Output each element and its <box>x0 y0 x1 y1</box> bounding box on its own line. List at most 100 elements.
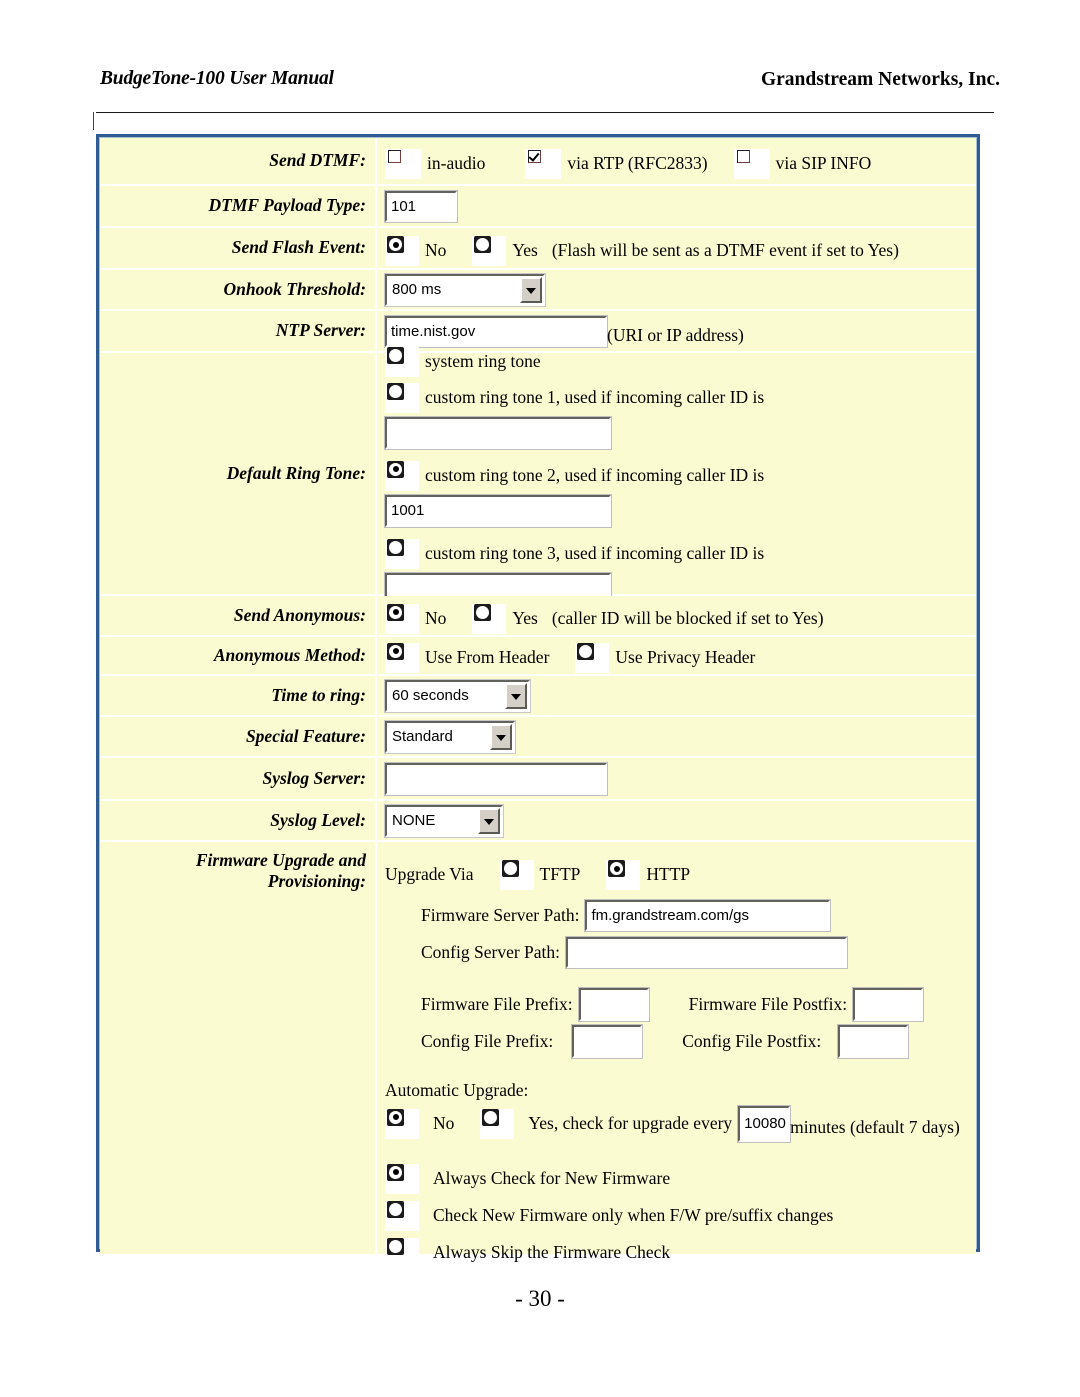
label-config-file-prefix: Config File Prefix: <box>421 1030 554 1051</box>
label-upgrade-via: Upgrade Via <box>385 864 474 885</box>
radio-anonymous-no[interactable] <box>385 603 419 634</box>
label-send-flash-event: Send Flash Event: <box>100 228 377 268</box>
label-auto-upgrade-yes: Yes, check for upgrade every <box>528 1112 733 1133</box>
radio-auto-upgrade-no[interactable] <box>385 1108 419 1139</box>
select-onhook-threshold-value: 800 ms <box>392 280 442 298</box>
field-send-anonymous: No Yes (caller ID will be blocked if set… <box>377 596 976 635</box>
select-special-feature-value: Standard <box>392 727 453 745</box>
radio-auto-upgrade-yes[interactable] <box>480 1108 515 1139</box>
row-syslog-server: Syslog Server: <box>100 758 976 801</box>
label-dtmf-payload-type: DTMF Payload Type: <box>100 186 377 226</box>
row-send-flash-event: Send Flash Event: No Yes (Flash will be … <box>100 228 976 270</box>
label-use-privacy-header: Use Privacy Header <box>615 646 756 667</box>
row-anonymous-method: Anonymous Method: Use From Header Use Pr… <box>100 637 976 676</box>
chevron-down-icon[interactable] <box>520 276 542 303</box>
checkbox-via-sip-info[interactable] <box>733 149 770 179</box>
label-automatic-upgrade: Automatic Upgrade: <box>385 1080 529 1100</box>
select-time-to-ring-value: 60 seconds <box>392 686 469 704</box>
radio-use-privacy-header[interactable] <box>575 642 610 673</box>
field-syslog-level: NONE <box>377 801 976 840</box>
label-send-anonymous: Send Anonymous: <box>100 596 377 635</box>
label-syslog-server: Syslog Server: <box>100 758 377 799</box>
label-onhook-threshold: Onhook Threshold: <box>100 270 377 309</box>
radio-flash-yes[interactable] <box>472 236 507 266</box>
radio-upgrade-via-http[interactable] <box>606 860 641 890</box>
label-system-ring-tone: system ring tone <box>425 350 541 371</box>
label-send-dtmf: Send DTMF: <box>100 138 377 184</box>
row-special-feature: Special Feature: Standard <box>100 717 976 758</box>
radio-check-on-presuffix-change[interactable] <box>385 1200 419 1231</box>
row-send-anonymous: Send Anonymous: No Yes (caller ID will b… <box>100 596 976 637</box>
label-in-audio: in-audio <box>427 153 486 174</box>
label-tftp: TFTP <box>539 864 581 885</box>
label-config-file-postfix: Config File Postfix: <box>682 1030 822 1051</box>
select-time-to-ring[interactable]: 60 seconds <box>384 678 531 713</box>
input-syslog-server[interactable] <box>384 761 608 796</box>
label-auto-upgrade-no: No <box>433 1112 455 1133</box>
field-ntp-server: time.nist.gov (URI or IP address) <box>377 311 976 351</box>
label-ntp-server: NTP Server: <box>100 311 377 351</box>
label-special-feature: Special Feature: <box>100 717 377 756</box>
input-config-file-prefix[interactable] <box>571 1024 644 1059</box>
label-always-check-new-firmware: Always Check for New Firmware <box>433 1167 671 1188</box>
input-dtmf-payload-type[interactable]: 101 <box>384 189 458 223</box>
field-special-feature: Standard <box>377 717 976 756</box>
header-rule-tick <box>93 112 94 130</box>
field-send-flash-event: No Yes (Flash will be sent as a DTMF eve… <box>377 228 976 268</box>
select-syslog-level[interactable]: NONE <box>384 803 504 838</box>
radio-always-skip-firmware-check[interactable] <box>385 1237 419 1268</box>
select-onhook-threshold[interactable]: 800 ms <box>384 272 546 307</box>
label-firmware-upgrade: Firmware Upgrade and Provisioning: <box>100 842 377 1254</box>
label-anonymous-no: No <box>425 607 447 628</box>
radio-use-from-header[interactable] <box>385 642 419 673</box>
label-custom-ring-tone-1: custom ring tone 1, used if incoming cal… <box>425 386 765 407</box>
input-firmware-file-prefix[interactable] <box>577 987 650 1022</box>
checkbox-in-audio[interactable] <box>385 149 421 179</box>
label-upgrade-interval-suffix: minutes (default 7 days) <box>790 1117 960 1138</box>
field-default-ring-tone: system ring tone custom ring tone 1, use… <box>377 346 976 606</box>
chevron-down-icon[interactable] <box>505 682 527 709</box>
label-default-ring-tone: Default Ring Tone: <box>100 353 377 594</box>
radio-always-check-new-firmware[interactable] <box>385 1163 419 1194</box>
chevron-down-icon[interactable] <box>490 723 512 750</box>
settings-table-frame: Send DTMF: in-audio via RTP (RFC2833) vi… <box>96 134 980 1268</box>
row-time-to-ring: Time to ring: 60 seconds <box>100 676 976 717</box>
input-upgrade-interval[interactable]: 10080 <box>737 1104 792 1143</box>
radio-upgrade-via-tftp[interactable] <box>499 860 534 890</box>
input-custom-ring-tone-1-callerid[interactable] <box>384 415 612 450</box>
radio-anonymous-yes[interactable] <box>472 603 507 634</box>
radio-system-ring-tone[interactable] <box>385 346 419 377</box>
input-config-file-postfix[interactable] <box>837 1024 910 1059</box>
label-via-rtp: via RTP (RFC2833) <box>567 153 708 174</box>
radio-custom-ring-tone-3[interactable] <box>385 538 419 569</box>
label-http: HTTP <box>646 864 691 885</box>
label-firmware-file-postfix: Firmware File Postfix: <box>688 993 848 1014</box>
note-send-flash-event: (Flash will be sent as a DTMF event if s… <box>551 240 899 261</box>
input-custom-ring-tone-2-callerid[interactable]: 1001 <box>384 493 612 528</box>
label-flash-no: No <box>425 240 447 261</box>
radio-custom-ring-tone-2[interactable] <box>385 460 419 491</box>
note-ntp-server: (URI or IP address) <box>607 324 744 345</box>
field-firmware-upgrade: Upgrade Via TFTP HTTP Firmware Server Pa… <box>377 842 976 1268</box>
radio-custom-ring-tone-1[interactable] <box>385 382 419 413</box>
input-firmware-server-path[interactable]: fm.grandstream.com/gs <box>584 899 832 932</box>
field-syslog-server <box>377 758 976 799</box>
radio-flash-no[interactable] <box>385 236 419 266</box>
input-firmware-file-postfix[interactable] <box>852 987 925 1022</box>
input-ntp-server[interactable]: time.nist.gov <box>384 314 608 348</box>
select-special-feature[interactable]: Standard <box>384 719 516 754</box>
label-syslog-level: Syslog Level: <box>100 801 377 840</box>
checkbox-via-rtp[interactable] <box>525 149 562 179</box>
input-config-server-path[interactable] <box>565 936 849 969</box>
label-config-server-path: Config Server Path: <box>421 941 561 962</box>
manual-title: BudgeTone-100 User Manual <box>100 68 334 89</box>
label-anonymous-yes: Yes <box>512 607 538 628</box>
field-time-to-ring: 60 seconds <box>377 676 976 715</box>
label-custom-ring-tone-3: custom ring tone 3, used if incoming cal… <box>425 542 765 563</box>
field-onhook-threshold: 800 ms <box>377 270 976 309</box>
label-always-skip-firmware-check: Always Skip the Firmware Check <box>433 1241 671 1262</box>
label-firmware-file-prefix: Firmware File Prefix: <box>421 993 573 1014</box>
chevron-down-icon[interactable] <box>478 807 500 834</box>
label-anonymous-method: Anonymous Method: <box>100 637 377 674</box>
row-firmware-upgrade: Firmware Upgrade and Provisioning: Upgra… <box>100 842 976 1268</box>
